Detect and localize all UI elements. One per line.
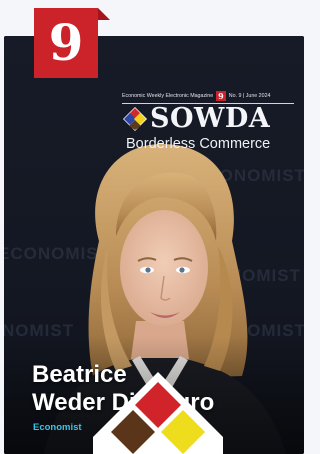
issue-tag-fold [98, 8, 110, 20]
person-role: Economist [33, 422, 82, 433]
diamond-badge-icon [93, 372, 223, 454]
issue-info: No. 9 | June 2024 [228, 93, 271, 99]
sowda-logo-icon [123, 107, 147, 131]
masthead-tagline: Economic Weekly Electronic Magazine 9 No… [122, 91, 294, 101]
brand-row: SOWDA [122, 103, 294, 134]
tagline-issue-number: 9 [216, 91, 226, 101]
magazine-subtitle: Borderless Commerce [126, 136, 271, 152]
issue-number-tag: 9 [34, 8, 98, 78]
issue-number: 9 [48, 13, 84, 72]
masthead: Economic Weekly Electronic Magazine 9 No… [122, 91, 294, 152]
brand-logo-text: SOWDA [150, 103, 271, 134]
tagline-text: Economic Weekly Electronic Magazine [122, 93, 214, 99]
